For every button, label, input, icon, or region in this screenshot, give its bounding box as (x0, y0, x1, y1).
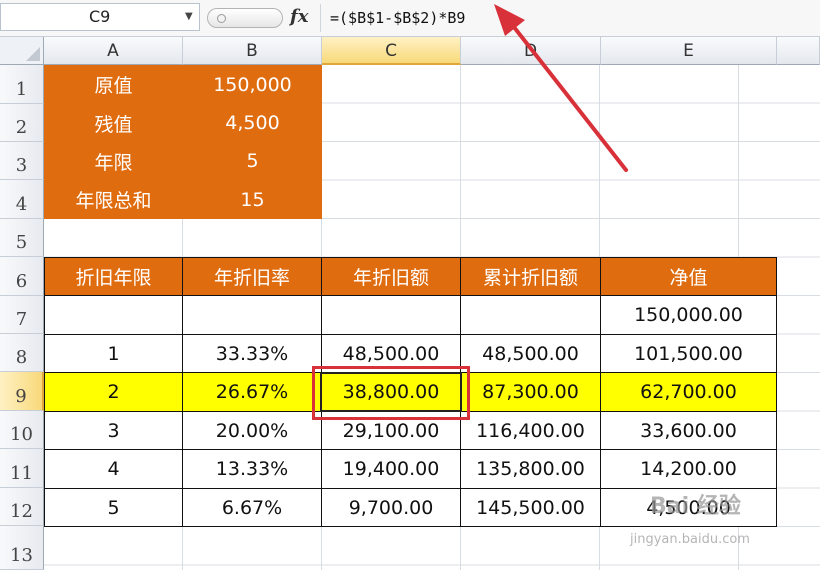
watermark-logo: Bai 经验 (650, 494, 741, 519)
watermark-url: jingyan.baidu.com (630, 532, 750, 547)
annotation-arrow-icon (494, 4, 628, 172)
